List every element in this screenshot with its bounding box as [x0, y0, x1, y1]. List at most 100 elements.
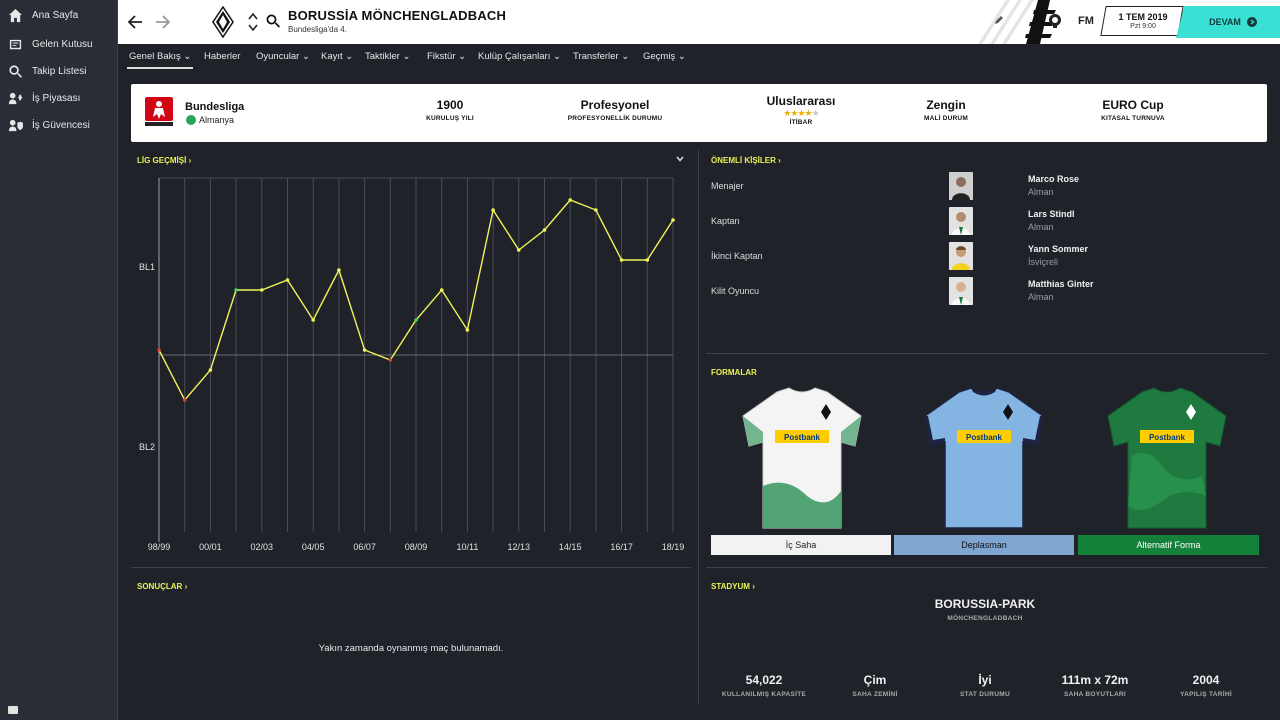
away-kit-button[interactable]: Deplasman: [894, 535, 1074, 555]
arrow-right-icon: [156, 15, 171, 29]
chevron-down-icon[interactable]: [676, 156, 684, 162]
x-tick-label: 10/11: [456, 542, 478, 552]
stadium-built-year: 2004 YAPILIŞ TARİHİ: [1180, 673, 1232, 698]
sidebar-item-inbox[interactable]: Gelen Kutusu: [0, 31, 117, 58]
job-security-icon: [7, 118, 23, 134]
chevron-up-icon: [248, 12, 258, 20]
back-button[interactable]: [126, 12, 144, 32]
flag-icon[interactable]: [8, 706, 18, 714]
league-position-point: [157, 348, 161, 352]
tab-registration[interactable]: Kayıt ⌄: [321, 51, 353, 62]
current-date: 1 TEM 2019: [1118, 12, 1168, 22]
key-person-nationality: İsviçreli: [1028, 257, 1059, 267]
club-switcher[interactable]: [248, 12, 258, 32]
kits-title: FORMALAR: [711, 368, 757, 377]
league-position-point: [671, 218, 675, 222]
league-country[interactable]: Almanya: [199, 115, 234, 125]
tab-players[interactable]: Oyuncular ⌄: [256, 51, 310, 62]
league-name[interactable]: Bundesliga: [185, 101, 244, 113]
stadium-title[interactable]: STADYUM ›: [711, 582, 755, 591]
tab-history[interactable]: Geçmiş ⌄: [643, 51, 686, 62]
captain-photo[interactable]: [949, 207, 973, 235]
continental-info: EURO Cup KITASAL TURNUVA: [1101, 98, 1165, 122]
league-position-point: [260, 288, 264, 292]
header-decoration: [978, 0, 1056, 44]
header: BORUSSİA MÖNCHENGLADBACH Bundesliga'da 4…: [118, 0, 1280, 44]
search-icon[interactable]: [265, 13, 281, 29]
club-info-bar: Bundesliga Almanya 1900 KURULUŞ YILI Pro…: [131, 84, 1267, 142]
tab-overview[interactable]: Genel Bakış ⌄: [126, 51, 194, 69]
kit-sponsor: Postbank: [1149, 433, 1186, 442]
bundesliga-logo[interactable]: [145, 97, 173, 127]
key-people-title[interactable]: ÖNEMLİ KİŞİLER ›: [711, 156, 781, 165]
current-day-time: Pzt 9:00: [1130, 23, 1156, 30]
stadium-condition: İyi STAT DURUMU: [960, 673, 1010, 698]
league-position-point: [234, 288, 238, 292]
key-person-nationality: Alman: [1028, 292, 1054, 302]
sidebar-item-label: Gelen Kutusu: [32, 39, 93, 50]
key-person-name[interactable]: Matthias Ginter: [1028, 279, 1094, 289]
forward-button[interactable]: [154, 12, 172, 32]
key-person-nationality: Alman: [1028, 187, 1054, 197]
x-tick-label: 02/03: [251, 542, 274, 552]
sidebar-item-job-market[interactable]: İş Piyasası: [0, 85, 117, 112]
key-player-photo[interactable]: [949, 277, 973, 305]
key-person-role: Menajer: [711, 181, 744, 191]
league-position-point: [285, 278, 290, 282]
x-tick-label: 18/19: [662, 542, 685, 552]
continue-label: DEVAM: [1209, 17, 1241, 27]
sidebar-item-home[interactable]: Ana Sayfa: [0, 0, 117, 31]
away-kit-image[interactable]: Postbank: [919, 386, 1049, 534]
stadium-name[interactable]: BORUSSIA-PARK: [860, 597, 1110, 611]
vice-captain-photo[interactable]: [949, 242, 973, 270]
x-tick-label: 98/99: [148, 542, 171, 552]
tab-news[interactable]: Haberler: [204, 51, 240, 62]
league-position-point: [619, 258, 624, 262]
club-position-subtitle[interactable]: Bundesliga'da 4.: [288, 25, 347, 34]
x-tick-label: 12/13: [508, 542, 531, 552]
league-position-point: [388, 358, 393, 362]
germany-badge-icon: [186, 115, 196, 125]
chevron-down-icon: [248, 24, 258, 32]
league-position-point: [337, 268, 341, 272]
tab-transfers[interactable]: Transferler ⌄: [573, 51, 629, 62]
panel-divider: [706, 353, 1267, 354]
league-position-point: [594, 208, 598, 212]
league-position-point: [439, 288, 444, 292]
key-person-name[interactable]: Yann Sommer: [1028, 244, 1088, 254]
key-person-name[interactable]: Lars Stindl: [1028, 209, 1075, 219]
x-tick-label: 14/15: [559, 542, 582, 552]
tab-bar: Genel Bakış ⌄ Haberler Oyuncular ⌄ Kayıt…: [118, 44, 1280, 70]
key-person-role: Kilit Oyuncu: [711, 286, 760, 296]
tab-fixtures[interactable]: Fikstür ⌄: [427, 51, 466, 62]
league-history-title[interactable]: LİG GEÇMİŞİ ›: [137, 156, 191, 165]
key-person-role: İkinci Kaptan: [711, 251, 763, 261]
sidebar-item-job-security[interactable]: İş Güvencesi: [0, 112, 117, 139]
edit-icon[interactable]: [994, 15, 1004, 25]
tab-tactics[interactable]: Taktikler ⌄: [365, 51, 410, 62]
continue-button[interactable]: DEVAM: [1176, 6, 1280, 38]
club-title: BORUSSİA MÖNCHENGLADBACH: [288, 8, 507, 23]
club-crest-icon[interactable]: [212, 6, 234, 38]
y-tick-label: BL1: [139, 262, 155, 272]
fm-logo[interactable]: FM: [1078, 15, 1094, 27]
tab-club-staff[interactable]: Kulüp Çalışanları ⌄: [478, 51, 561, 62]
league-position-point: [465, 328, 470, 332]
key-person-name[interactable]: Marco Rose: [1028, 174, 1079, 184]
x-tick-label: 04/05: [302, 542, 325, 552]
league-position-point: [491, 208, 495, 212]
results-title[interactable]: SONUÇLAR ›: [137, 582, 187, 591]
home-kit-image[interactable]: Postbank: [737, 386, 867, 534]
stadium-pitch-size: 111m x 72m SAHA BOYUTLARI: [1061, 673, 1129, 698]
trophy-icon[interactable]: [1048, 13, 1062, 29]
third-kit-image[interactable]: Postbank: [1102, 386, 1232, 534]
home-icon: [7, 8, 23, 24]
league-position-point: [517, 248, 521, 252]
kit-sponsor: Postbank: [966, 433, 1003, 442]
sidebar-item-shortlist[interactable]: Takip Listesi: [0, 58, 117, 85]
league-position-point: [208, 368, 213, 372]
manager-photo[interactable]: [949, 172, 973, 200]
league-history-chart: BL1 BL2 98/99 00/01 02/03 04/05 06/07 08/09 10/1…: [139, 177, 685, 552]
home-kit-button[interactable]: İç Saha: [711, 535, 891, 555]
third-kit-button[interactable]: Alternatif Forma: [1078, 535, 1259, 555]
